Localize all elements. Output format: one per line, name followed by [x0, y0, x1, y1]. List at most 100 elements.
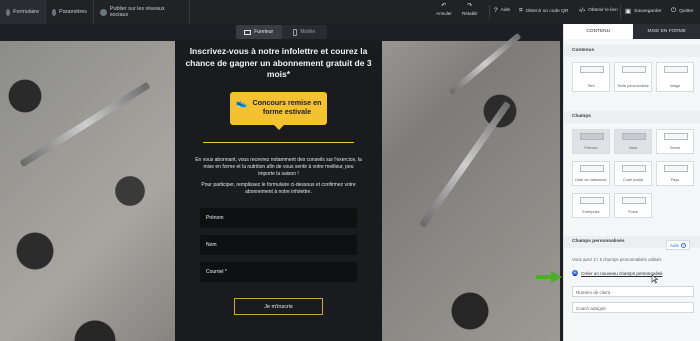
undo-icon: ↶	[441, 3, 447, 9]
dumbbell-bar	[419, 101, 511, 228]
sneaker-icon: 👟	[236, 98, 248, 108]
tile-entreprise[interactable]: Entreprise	[572, 193, 610, 218]
custom-fields-usage-note: Vous avez 2 / 5 champs personnalisés uti…	[572, 257, 662, 262]
redo-label: Rétablir	[462, 11, 478, 16]
tile-poste[interactable]: Poste	[614, 193, 652, 218]
custom-help-label: Aide	[670, 242, 680, 248]
custom-field-client-number[interactable]: Numéro de client	[572, 286, 694, 297]
field-block-icon	[580, 133, 604, 140]
field-block-icon	[580, 165, 604, 172]
field-block-icon	[622, 197, 646, 204]
top-toolbar: Formulaire Paramètres Publier sur les ré…	[0, 0, 700, 24]
dumbbell-bar	[448, 32, 522, 96]
tile-poste-label: Poste	[628, 209, 638, 214]
tile-date-label: Date de naissance	[575, 177, 607, 182]
tile-titre-label: Titre	[587, 83, 595, 88]
first-name-input[interactable]: Prénom	[200, 208, 357, 228]
tile-genre[interactable]: Genre	[656, 129, 694, 154]
field-block-icon	[622, 165, 646, 172]
custom-fields-help-button[interactable]: Aide ?	[666, 240, 691, 250]
mobile-view-button[interactable]: Mobile	[282, 25, 328, 39]
help-icon: ?	[494, 7, 498, 14]
tile-code-postal-label: Code postal	[622, 177, 644, 182]
qr-button[interactable]: ⌗ Obtenir un code QR	[519, 7, 568, 15]
tile-date-naissance[interactable]: Date de naissance	[572, 161, 610, 186]
tile-entreprise-label: Entreprise	[582, 209, 600, 214]
form-headline: Inscrivez-vous à notre infolettre et cou…	[185, 46, 372, 79]
toolbar-divider	[620, 5, 621, 19]
panel-tabs: CONTENU MISE EN FORME	[564, 24, 700, 39]
last-name-input[interactable]: Nom	[200, 235, 357, 255]
image-block-icon	[664, 66, 688, 73]
form-icon	[6, 8, 11, 16]
code-icon: ‹/›	[579, 7, 586, 14]
subscribe-button[interactable]: Je m'inscris	[234, 298, 323, 315]
tile-pays-label: Pays	[670, 177, 680, 182]
tile-nom[interactable]: Nom	[614, 129, 652, 154]
tab-formulaire[interactable]: Formulaire	[0, 0, 46, 24]
newsletter-form-card: Inscrivez-vous à notre infolettre et cou…	[175, 41, 382, 341]
section-champs[interactable]: Champs	[564, 111, 700, 123]
field-block-icon	[664, 165, 688, 172]
quit-button[interactable]: ⏻ Quitter	[671, 7, 694, 15]
tile-code-postal[interactable]: Code postal	[614, 161, 652, 186]
device-toggle: Fureteur Mobile	[236, 25, 327, 39]
question-icon: ?	[681, 242, 687, 248]
plus-icon: +	[572, 270, 578, 276]
badge-pointer	[274, 125, 284, 130]
power-icon: ⏻	[671, 7, 677, 14]
settings-icon	[52, 8, 57, 16]
save-label: Sauvegarder	[634, 8, 662, 14]
create-custom-field-link[interactable]: + Créer un nouveau champs personnalisé	[572, 270, 662, 276]
field-block-icon	[580, 197, 604, 204]
undo-button[interactable]: ↶ Annuler	[436, 3, 452, 16]
tab-contenu[interactable]: CONTENU	[564, 24, 633, 39]
tile-image[interactable]: Image	[656, 62, 694, 92]
undo-label: Annuler	[436, 11, 452, 16]
quit-label: Quitter	[679, 8, 694, 14]
title-block-icon	[580, 66, 604, 73]
tab-publier[interactable]: Publier sur les réseaux sociaux	[94, 0, 190, 24]
form-intro-paragraph: En vous abonnant, vous recevrez notammen…	[195, 157, 362, 177]
text-block-icon	[622, 66, 646, 73]
tile-image-label: Image	[669, 83, 681, 88]
tile-texte-label: Texte personnalisé	[617, 83, 649, 88]
section-contenus[interactable]: Contenus	[564, 45, 700, 57]
redo-button[interactable]: ↷ Rétablir	[462, 3, 478, 16]
editor-side-panel: CONTENU MISE EN FORME Contenus Titre Tex…	[563, 24, 700, 341]
toolbar-divider	[489, 5, 490, 19]
save-button[interactable]: ▣ Sauvegarder	[625, 7, 662, 15]
help-label: Aide	[500, 8, 511, 13]
tile-prenom[interactable]: Prénom	[572, 129, 610, 154]
qr-label: Obtenir un code QR	[525, 8, 569, 14]
save-icon: ▣	[625, 8, 632, 15]
tab-parametres[interactable]: Paramètres	[46, 0, 94, 24]
desktop-view-button[interactable]: Fureteur	[236, 25, 282, 39]
mouse-cursor-icon	[651, 274, 658, 284]
get-link-label: Obtenir le lien	[588, 8, 618, 13]
tile-texte-personnalise[interactable]: Texte personnalisé	[614, 62, 652, 92]
contest-badge: 👟 Concours remise en forme estivale	[230, 92, 327, 125]
dumbbell-bar	[19, 81, 151, 168]
qr-icon: ⌗	[519, 7, 523, 14]
desktop-view-label: Fureteur	[254, 29, 274, 35]
field-block-icon	[664, 133, 688, 140]
tab-parametres-label: Paramètres	[59, 9, 87, 15]
tile-pays[interactable]: Pays	[656, 161, 694, 186]
tab-mise-en-forme[interactable]: MISE EN FORME	[632, 24, 700, 39]
tile-titre[interactable]: Titre	[572, 62, 610, 92]
custom-field-coach[interactable]: Coach assigné	[572, 302, 694, 313]
form-instructions-paragraph: Pour participer, remplissez le formulair…	[201, 182, 356, 195]
tile-prenom-label: Prénom	[584, 145, 598, 150]
tile-nom-label: Nom	[628, 145, 638, 150]
tile-genre-label: Genre	[669, 145, 681, 150]
get-link-button[interactable]: ‹/› Obtenir le lien	[579, 7, 618, 14]
redo-icon: ↷	[467, 3, 473, 9]
contest-badge-text: Concours remise en forme estivale	[252, 98, 322, 116]
help-button[interactable]: ? Aide	[494, 7, 510, 14]
mobile-view-label: Mobile	[300, 29, 316, 35]
phone-icon	[293, 28, 298, 36]
share-icon	[100, 8, 107, 16]
green-arrow-icon	[536, 271, 562, 283]
email-input[interactable]: Courriel *	[200, 262, 357, 282]
